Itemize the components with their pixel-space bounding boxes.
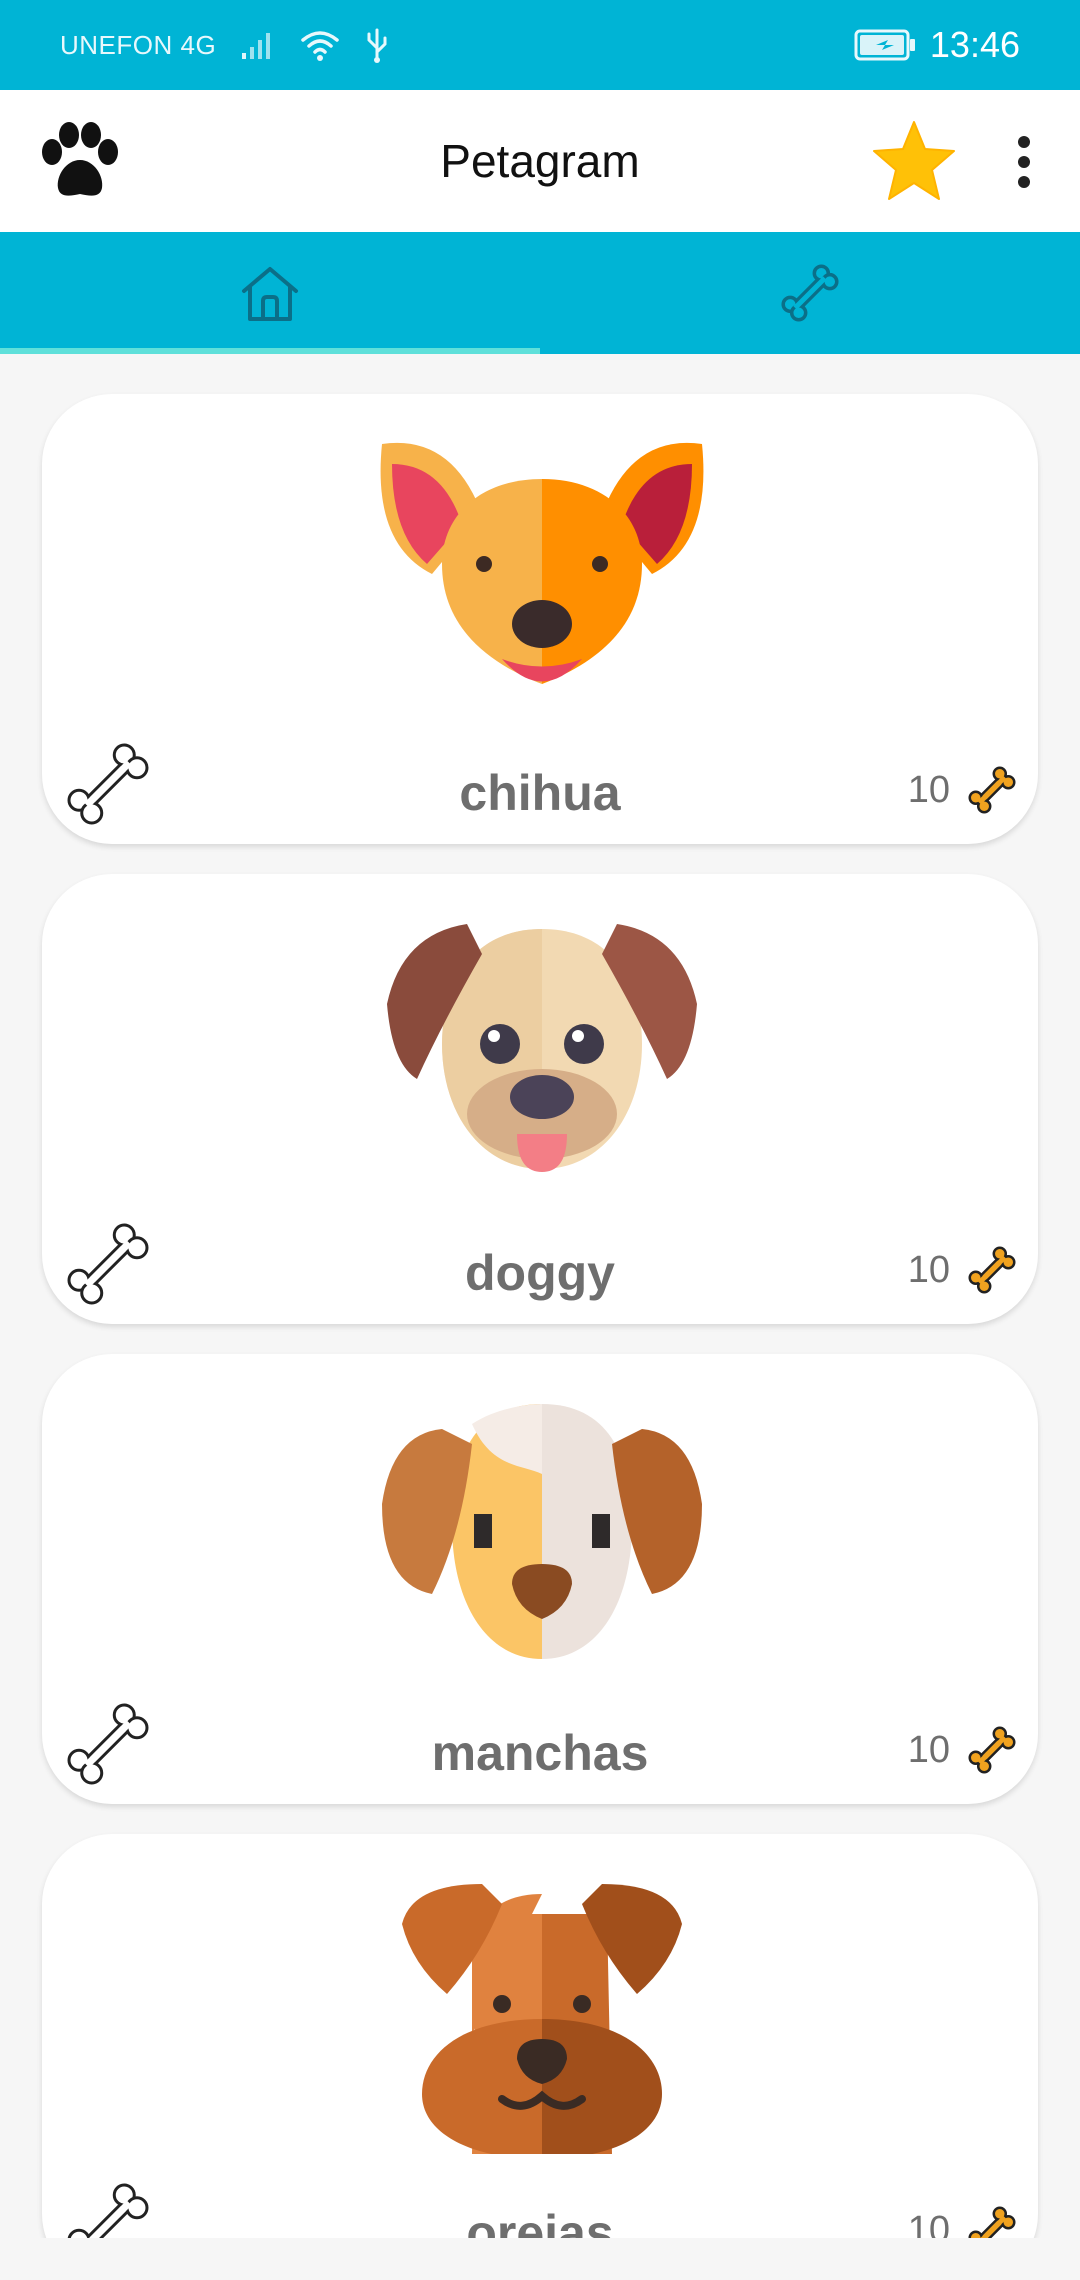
gold-bone-icon — [968, 766, 1016, 814]
rating-count: 10 — [907, 768, 950, 811]
more-options-icon[interactable] — [1000, 130, 1048, 194]
star-icon[interactable] — [870, 118, 958, 206]
gold-bone-icon — [968, 1246, 1016, 1294]
rating-count: 10 — [907, 1728, 950, 1771]
battery-icon — [854, 29, 915, 61]
pet-card: manchas 10 — [42, 1354, 1038, 1804]
status-bar: UNEFON 4G 13:46 — [0, 0, 1080, 90]
carrier-label: UNEFON 4G — [60, 29, 217, 60]
bone-icon — [781, 264, 839, 322]
rating-count: 10 — [907, 2208, 950, 2239]
spotted-dog-avatar — [382, 1404, 702, 1659]
gold-bone-icon — [968, 2206, 1016, 2238]
usb-icon — [367, 28, 387, 63]
terrier-avatar — [402, 1884, 682, 2154]
tab-favorites[interactable] — [540, 232, 1080, 354]
pet-name: orejas — [466, 2205, 614, 2238]
puppy-avatar — [387, 924, 697, 1172]
chihuahua-avatar — [380, 442, 704, 684]
pet-card: chihua 10 — [42, 394, 1038, 844]
tab-bar — [0, 232, 1080, 354]
gold-bone-icon — [968, 1726, 1016, 1774]
signal-icon — [242, 33, 271, 59]
pet-rating: 10 — [908, 1710, 1018, 1790]
pet-card: orejas 10 — [42, 1834, 1038, 2238]
pet-card: doggy 10 — [42, 874, 1038, 1324]
bottom-strip — [0, 2238, 1080, 2280]
rating-count: 10 — [907, 1248, 950, 1291]
pet-rating: 10 — [908, 750, 1018, 830]
app-bar: Petagram — [0, 90, 1080, 232]
pet-rating: 10 — [908, 2190, 1018, 2238]
clock: 13:46 — [929, 24, 1020, 65]
tab-home[interactable] — [0, 232, 540, 354]
pet-name: chihua — [459, 765, 621, 821]
home-icon — [242, 267, 298, 321]
pet-rating: 10 — [908, 1230, 1018, 1310]
pet-name: doggy — [465, 1245, 615, 1301]
wifi-icon — [301, 31, 339, 61]
pet-name: manchas — [431, 1725, 649, 1781]
pet-list[interactable]: chihua 10 doggy 10 manchas 10 orejas 10 — [0, 354, 1080, 2238]
